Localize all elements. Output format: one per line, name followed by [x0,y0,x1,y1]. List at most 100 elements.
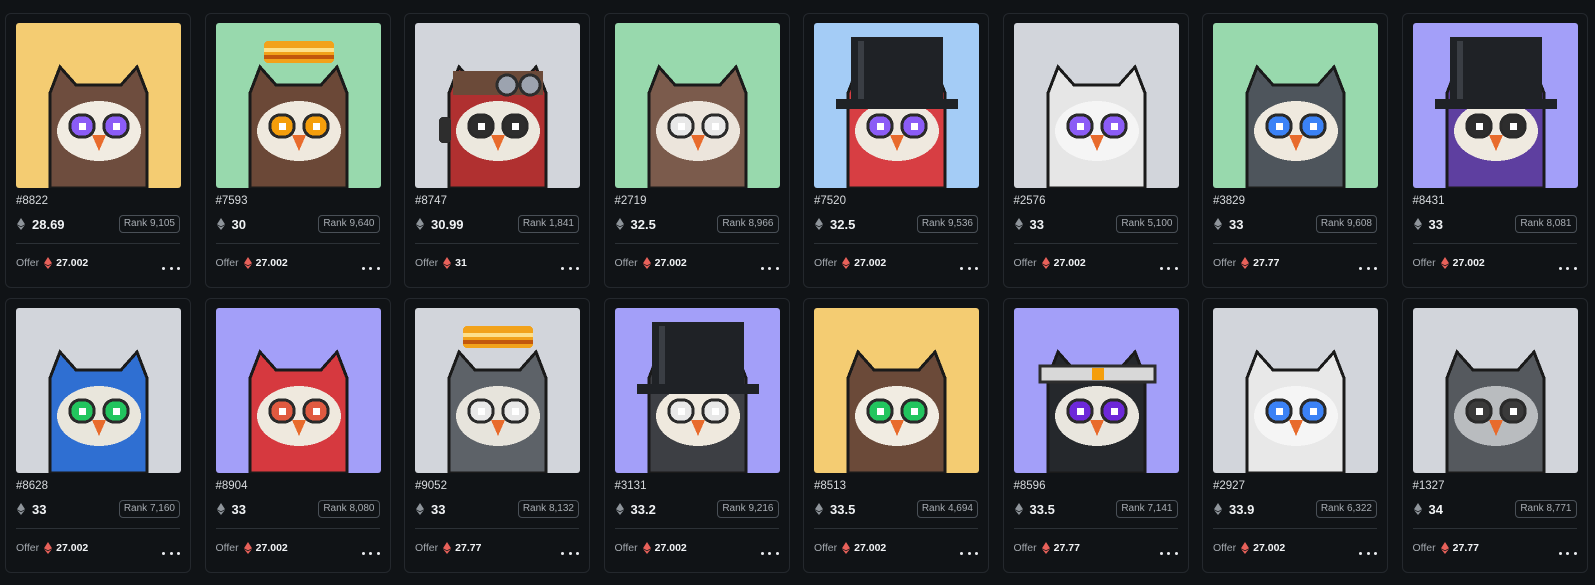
weth-icon [1041,542,1050,554]
price-row: 32.5 Rank 8,966 [615,212,779,236]
offer-label: Offer [814,542,838,554]
nft-card[interactable]: #7593 30 Rank 9,640 Offer 27.002 [204,13,391,288]
more-options-icon[interactable] [162,256,180,271]
nft-image[interactable] [16,23,181,188]
rank-badge: Rank 1,841 [517,215,579,233]
nft-image[interactable] [614,308,780,473]
nft-card[interactable]: #2927 33.9 Rank 6,322 Offer 27.002 [1202,298,1388,573]
offer-row: Offer 27.77 [1014,539,1178,557]
offer-label: Offer [1213,257,1237,269]
nft-card[interactable]: #2576 33 Rank 5,100 Offer 27.002 [1002,13,1189,288]
nft-image[interactable] [1013,23,1179,188]
more-options-icon[interactable] [561,541,579,556]
offer-label: Offer [614,257,638,269]
nft-image[interactable] [614,23,780,188]
rank-badge: Rank 8,966 [717,215,779,233]
offer-value: 27.002 [854,257,887,269]
offer-row: Offer 27.002 [216,254,380,272]
more-options-icon[interactable] [1159,256,1178,271]
rank-badge: Rank 6,322 [1315,500,1377,518]
price: 33 [1229,216,1244,232]
nft-card[interactable]: #1327 34 Rank 8,771 Offer 27.77 [1401,298,1588,573]
price: 33.9 [1229,501,1255,517]
price-row: 28.69 Rank 9,105 [16,212,180,236]
more-options-icon[interactable] [760,541,779,556]
nft-card[interactable]: #8596 33.5 Rank 7,141 Offer 27.77 [1002,298,1189,573]
nft-card[interactable]: #8822 28.69 Rank 9,105 Offer 27.002 [5,13,191,288]
price: 28.69 [32,216,65,232]
offer-value: 27.77 [1253,257,1280,269]
more-options-icon[interactable] [1558,256,1577,271]
more-options-icon[interactable] [1159,541,1178,556]
eth-icon [17,218,25,230]
divider [614,528,779,529]
more-options-icon[interactable] [1359,256,1377,271]
rank-badge: Rank 7,160 [118,500,180,518]
price: 33 [1029,216,1044,232]
nft-image[interactable] [415,308,580,473]
offer-row: Offer 27.77 [1413,539,1577,557]
nft-card[interactable]: #7520 32.5 Rank 9,536 Offer 27.002 [803,13,989,288]
nft-card[interactable]: #3829 33 Rank 9,608 Offer 27.77 [1202,13,1388,288]
nft-card[interactable]: #9052 33 Rank 8,132 Offer 27.77 [404,298,590,573]
nft-image[interactable] [1412,308,1578,473]
offer-row: Offer 27.002 [615,254,779,272]
nft-image[interactable] [215,23,381,188]
nft-image[interactable] [1213,308,1378,473]
more-options-icon[interactable] [760,256,779,271]
more-options-icon[interactable] [561,256,579,271]
offer-value: 27.002 [1253,542,1286,554]
price: 30 [231,216,246,232]
more-options-icon[interactable] [960,541,978,556]
token-id: #2576 [1013,195,1046,207]
nft-image[interactable] [1412,23,1578,188]
more-options-icon[interactable] [1558,541,1577,556]
offer-label: Offer [16,257,40,269]
eth-icon [416,218,424,230]
eth-icon [17,503,25,515]
nft-image[interactable] [814,23,979,188]
nft-image[interactable] [1213,23,1378,188]
more-options-icon[interactable] [361,256,380,271]
nft-image[interactable] [415,23,580,188]
nft-image[interactable] [16,308,181,473]
price-row: 30.99 Rank 1,841 [415,212,579,236]
token-id: #2719 [614,195,647,207]
offer-value: 27.002 [1452,257,1485,269]
eth-icon [216,218,225,230]
offer-value: 27.002 [854,542,887,554]
weth-icon [243,542,252,554]
nft-card[interactable]: #3131 33.2 Rank 9,216 Offer 27.002 [603,298,790,573]
nft-card[interactable]: #8904 33 Rank 8,080 Offer 27.002 [204,298,391,573]
more-options-icon[interactable] [361,541,380,556]
price: 33 [431,501,446,517]
offer-label: Offer [814,257,838,269]
nft-image[interactable] [1013,308,1179,473]
nft-card[interactable]: #8747 30.99 Rank 1,841 Offer 31 [404,13,590,288]
price-row: 33 Rank 8,132 [415,497,579,521]
nft-image[interactable] [814,308,979,473]
token-id: #3829 [1213,195,1245,207]
eth-icon [216,503,225,515]
nft-card[interactable]: #2719 32.5 Rank 8,966 Offer 27.002 [603,13,790,288]
token-id: #8513 [814,480,846,492]
more-options-icon[interactable] [960,256,978,271]
eth-icon [815,218,823,230]
divider [814,243,978,244]
token-id: #8628 [16,480,48,492]
offer-value: 27.002 [255,542,288,554]
divider [16,528,180,529]
divider [215,528,380,529]
nft-card[interactable]: #8513 33.5 Rank 4,694 Offer 27.002 [803,298,989,573]
weth-icon [44,542,53,554]
more-options-icon[interactable] [162,541,180,556]
offer-label: Offer [1412,257,1436,269]
more-options-icon[interactable] [1359,541,1377,556]
nft-card[interactable]: #8431 33 Rank 8,081 Offer 27.002 [1401,13,1588,288]
nft-image[interactable] [215,308,381,473]
offer-row: Offer 27.77 [1213,254,1377,272]
eth-icon [1413,218,1422,230]
nft-card[interactable]: #8628 33 Rank 7,160 Offer 27.002 [5,298,191,573]
token-id: #7593 [215,195,248,207]
offer-value: 27.002 [56,542,89,554]
